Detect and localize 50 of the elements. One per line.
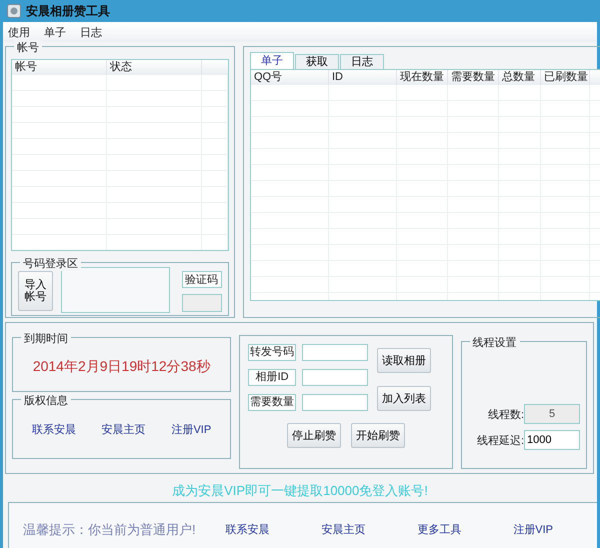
link[interactable]: 联系安晨: [32, 422, 76, 436]
link[interactable]: 安晨主页: [322, 522, 366, 537]
tab[interactable]: 获取: [295, 54, 339, 69]
promo-text: 成为安晨VIP即可一键提取10000免登入账号!: [172, 483, 428, 498]
column-header[interactable]: QQ号: [251, 70, 329, 85]
field-label: 线程数:: [488, 408, 524, 422]
link[interactable]: 更多工具: [417, 522, 462, 537]
group-title: 帐号: [14, 40, 42, 55]
menu-item[interactable]: 单子: [44, 24, 66, 40]
link[interactable]: 联系安晨: [226, 522, 270, 537]
field-label: 相册ID: [248, 369, 296, 386]
action-button[interactable]: 开始刷赞: [350, 423, 405, 448]
login-text-area[interactable]: [61, 267, 170, 313]
menu-item[interactable]: 使用: [8, 24, 30, 40]
order-table[interactable]: QQ号 ID 现在数量 需要数量 总数量 已刷数量: [250, 69, 600, 301]
link[interactable]: 注册VIP: [513, 522, 553, 537]
column-header[interactable]: 需要数量: [448, 70, 499, 85]
input-field[interactable]: [302, 394, 368, 411]
action-button[interactable]: 停止刷赞: [286, 423, 341, 448]
group-title: 版权信息: [21, 393, 71, 408]
field-label: 需要数量: [248, 394, 296, 411]
notice-text: 温馨提示：你当前为普通用户!: [23, 520, 196, 538]
field-label: 转发号码: [248, 344, 296, 361]
column-header[interactable]: 总数量: [499, 70, 541, 85]
column-header[interactable]: ID: [329, 70, 397, 85]
account-list[interactable]: 帐号 状态: [11, 59, 229, 251]
action-button[interactable]: 加入列表: [377, 386, 432, 411]
column-header[interactable]: 帐号: [12, 60, 107, 75]
captcha-label: 验证码: [182, 271, 222, 288]
group-title: 到期时间: [21, 331, 71, 346]
menu-item[interactable]: 日志: [80, 24, 102, 40]
link[interactable]: 安晨主页: [102, 422, 146, 436]
captcha-image: [182, 294, 222, 312]
input-field[interactable]: [302, 369, 368, 386]
column-header[interactable]: 已刷数量: [541, 70, 590, 85]
import-button[interactable]: 导入帐号: [18, 271, 54, 311]
window-title: 安晨相册赞工具: [26, 2, 110, 20]
tab[interactable]: 单子: [250, 52, 294, 69]
column-header[interactable]: 状态: [107, 60, 202, 75]
action-button[interactable]: 读取相册: [377, 348, 432, 373]
tab[interactable]: 日志: [340, 54, 384, 69]
group-title: 号码登录区: [20, 256, 81, 271]
field-label: 线程延迟:: [476, 434, 524, 448]
group-title: 线程设置: [470, 335, 520, 350]
app-icon: [7, 4, 21, 18]
link[interactable]: 注册VIP: [171, 422, 212, 436]
input-field[interactable]: 1000: [524, 430, 580, 450]
expiry-date: 2014年2月9日19时12分38秒: [32, 358, 210, 376]
column-header[interactable]: 现在数量: [397, 70, 448, 85]
input-field[interactable]: [302, 344, 368, 361]
